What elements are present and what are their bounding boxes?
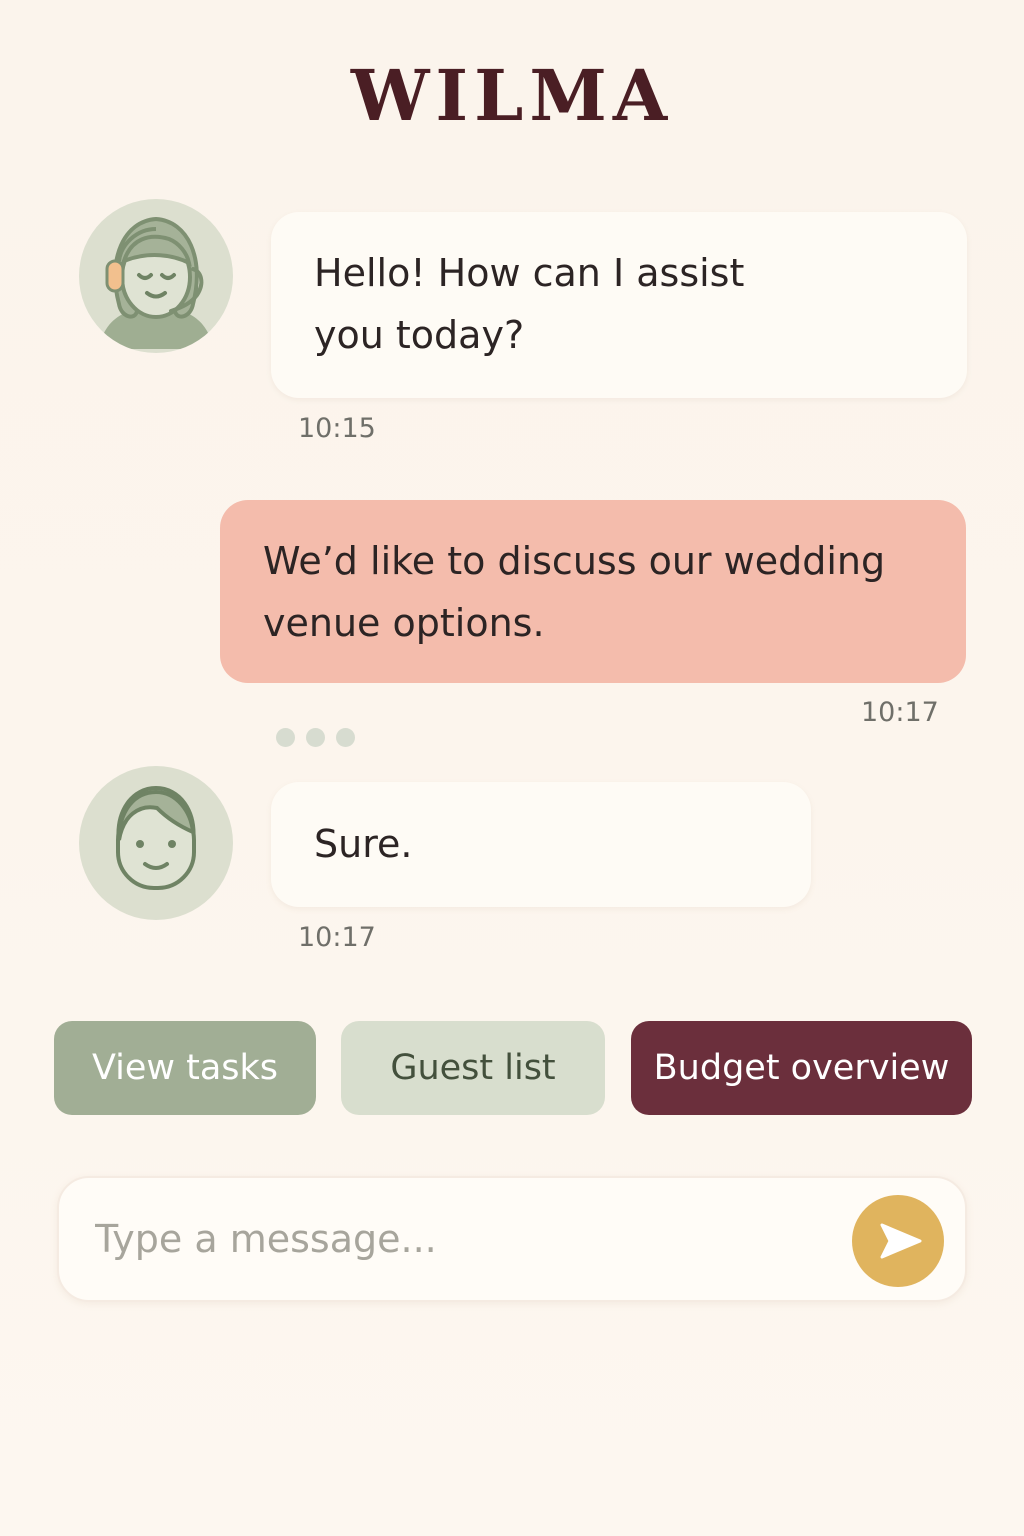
- view-tasks-button[interactable]: View tasks: [54, 1021, 316, 1115]
- budget-overview-button[interactable]: Budget overview: [631, 1021, 972, 1115]
- message-composer: [57, 1176, 967, 1302]
- message-timestamp: 10:17: [298, 922, 376, 953]
- typing-dot: [276, 728, 295, 747]
- typing-dot: [336, 728, 355, 747]
- chat-screen: WILMA Hello! How can I assist you today?…: [0, 0, 1024, 1536]
- message-input[interactable]: [95, 1208, 835, 1270]
- message-text-line: We’d like to discuss our wedding: [263, 539, 886, 583]
- message-text-line: you today?: [314, 313, 525, 357]
- assistant-avatar-icon: [79, 199, 233, 353]
- send-button[interactable]: [852, 1195, 944, 1287]
- user-face-avatar-icon: [79, 766, 233, 920]
- message-timestamp: 10:17: [861, 697, 939, 728]
- send-arrow-icon: [880, 1223, 922, 1259]
- message-bubble-bot: Hello! How can I assist you today?: [271, 212, 967, 398]
- typing-dot: [306, 728, 325, 747]
- app-title: WILMA: [350, 54, 674, 137]
- message-text-line: Sure.: [314, 822, 413, 866]
- guest-list-button[interactable]: Guest list: [341, 1021, 605, 1115]
- message-timestamp: 10:15: [298, 413, 376, 444]
- message-text-line: venue options.: [263, 601, 545, 645]
- message-bubble-user: We’d like to discuss our wedding venue o…: [220, 500, 966, 683]
- message-text-line: Hello! How can I assist: [314, 251, 745, 295]
- message-bubble-bot: Sure.: [271, 782, 811, 907]
